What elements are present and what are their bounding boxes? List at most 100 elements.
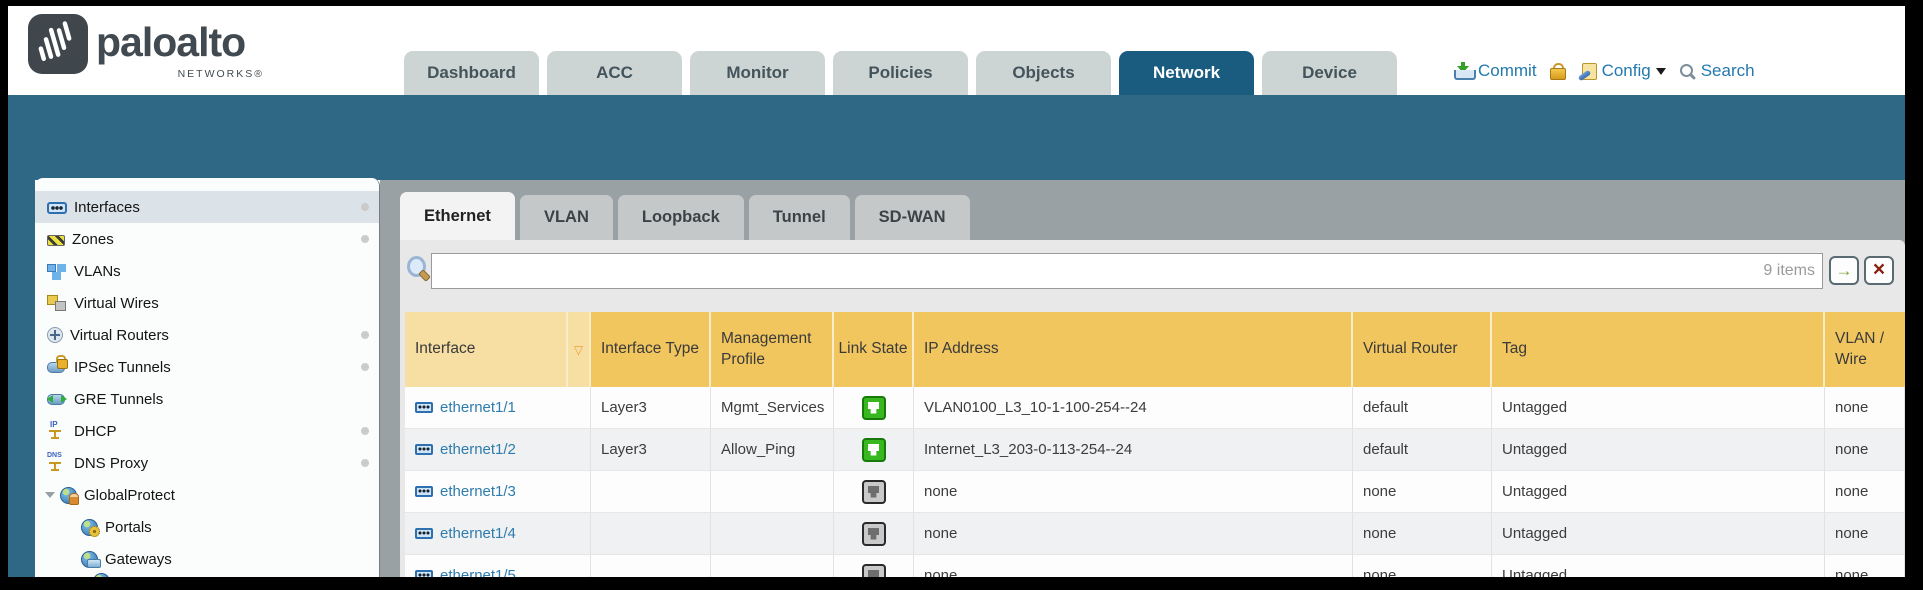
green-arrow-icon: →: [1836, 262, 1853, 279]
column-header-link-state[interactable]: Link State: [834, 312, 914, 387]
column-header-ip-address[interactable]: IP Address: [914, 312, 1353, 387]
link-state-down-icon: [862, 564, 886, 578]
interface-link[interactable]: ethernet1/2: [440, 441, 516, 458]
sidebar-item-label: Portals: [105, 519, 152, 536]
ip-address-cell: none: [914, 513, 1353, 555]
column-header-interface-type[interactable]: Interface Type: [591, 312, 711, 387]
filter-input[interactable]: [431, 253, 1823, 289]
vlan-wire-cell: none: [1825, 555, 1905, 577]
column-header-tag[interactable]: Tag: [1492, 312, 1825, 387]
sidebar-item-interfaces[interactable]: Interfaces: [35, 191, 379, 223]
status-dot: [361, 427, 369, 435]
logo-subtext: NETWORKS®: [178, 68, 264, 80]
nav-tab-acc[interactable]: ACC: [547, 51, 682, 95]
gre-tunnels-icon: [47, 391, 67, 407]
interface-icon: [415, 528, 433, 539]
screenshot-root: paloalto NETWORKS® DashboardACCMonitorPo…: [0, 0, 1923, 590]
lock-icon[interactable]: [1550, 63, 1565, 80]
paloalto-logo-icon: [28, 14, 88, 74]
table-body: ethernet1/1Layer3Mgmt_ServicesVLAN0100_L…: [405, 387, 1905, 577]
search-icon: [1679, 63, 1696, 80]
sidebar-item-label: VLANs: [74, 263, 121, 280]
ip-address-cell: VLAN0100_L3_10-1-100-254--24: [914, 387, 1353, 429]
interface-cell: ethernet1/3: [405, 471, 591, 513]
subtab-ethernet[interactable]: Ethernet: [400, 192, 515, 240]
nav-tab-network[interactable]: Network: [1119, 51, 1254, 95]
link-state-up-icon: [862, 438, 886, 462]
interfaces-icon: [47, 202, 67, 214]
sidebar-item-virtual-routers[interactable]: Virtual Routers: [35, 319, 379, 351]
sidebar-item-portals[interactable]: Portals: [35, 511, 379, 543]
virtual-wires-icon: [47, 295, 67, 311]
interface-icon: [415, 444, 433, 455]
logo-text: paloalto: [96, 14, 256, 70]
interface-cell: ethernet1/1: [405, 387, 591, 429]
sidebar-item-globalprotect[interactable]: GlobalProtect: [35, 479, 379, 511]
column-header-management-profile[interactable]: Management Profile: [711, 312, 834, 387]
search-button[interactable]: Search: [1679, 61, 1755, 81]
sidebar-item-label: Virtual Routers: [70, 327, 169, 344]
sidebar-item-dhcp[interactable]: DHCP: [35, 415, 379, 447]
commit-button[interactable]: Commit: [1453, 61, 1537, 81]
sidebar-item-vlans[interactable]: VLANs: [35, 255, 379, 287]
sidebar-item-label: DHCP: [74, 423, 117, 440]
interface-icon: [415, 570, 433, 577]
config-menu-button[interactable]: Config: [1578, 61, 1666, 81]
clear-filter-button[interactable]: ×: [1864, 256, 1894, 285]
nav-tab-device[interactable]: Device: [1262, 51, 1397, 95]
virtual-router-cell: none: [1353, 513, 1492, 555]
app-window: paloalto NETWORKS® DashboardACCMonitorPo…: [8, 6, 1905, 577]
subtab-vlan[interactable]: VLAN: [520, 195, 613, 240]
subtab-loopback[interactable]: Loopback: [618, 195, 744, 240]
table-row: ethernet1/1Layer3Mgmt_ServicesVLAN0100_L…: [405, 387, 1905, 429]
header-actions: Commit Config Search: [1453, 50, 1755, 92]
sidebar-item-label: Virtual Wires: [74, 295, 159, 312]
network-sidebar: InterfacesZones VLANs Virtual Wires Virtual…: [35, 178, 380, 577]
ip-address-cell: Internet_L3_203-0-113-254--24: [914, 429, 1353, 471]
sidebar-item-dns-proxy[interactable]: DNS Proxy: [35, 447, 379, 479]
vlan-wire-cell: none: [1825, 429, 1905, 471]
interface-subtabs: EthernetVLANLoopbackTunnelSD-WAN: [400, 192, 970, 240]
interface-icon: [415, 486, 433, 497]
tag-cell: Untagged: [1492, 555, 1825, 577]
expander-triangle-icon[interactable]: [45, 492, 55, 503]
sidebar-item-gateways[interactable]: Gateways: [35, 543, 379, 575]
interface-link[interactable]: ethernet1/4: [440, 525, 516, 542]
column-header-virtual-router[interactable]: Virtual Router: [1353, 312, 1492, 387]
column-header-vlan-wire[interactable]: VLAN / Wire: [1825, 312, 1905, 387]
interface-link[interactable]: ethernet1/1: [440, 399, 516, 416]
subtab-sd-wan[interactable]: SD-WAN: [855, 195, 970, 240]
interface-cell: ethernet1/5: [405, 555, 591, 577]
ipsec-tunnels-icon: [47, 359, 67, 375]
sidebar-item-gre-tunnels[interactable]: GRE Tunnels: [35, 383, 379, 415]
sidebar-item-virtual-wires[interactable]: Virtual Wires: [35, 287, 379, 319]
subtab-tunnel[interactable]: Tunnel: [749, 195, 850, 240]
column-filter-dropdown[interactable]: ▽: [568, 312, 591, 387]
dns-proxy-icon: [47, 455, 67, 471]
sidebar-item-label: IPSec Tunnels: [74, 359, 171, 376]
nav-tab-policies[interactable]: Policies: [833, 51, 968, 95]
red-x-icon: ×: [1873, 259, 1885, 280]
virtual-router-cell: none: [1353, 555, 1492, 577]
filter-triangle-icon: ▽: [574, 343, 583, 357]
nav-tab-dashboard[interactable]: Dashboard: [404, 51, 539, 95]
logo-wordmark: paloalto NETWORKS®: [96, 14, 256, 74]
nav-tab-objects[interactable]: Objects: [976, 51, 1111, 95]
commit-icon: [1453, 62, 1473, 80]
table-row: ethernet1/2Layer3Allow_PingInternet_L3_2…: [405, 429, 1905, 471]
secondary-header-band: Help: [8, 95, 1905, 180]
status-dot: [361, 459, 369, 467]
table-header-row: Interface ▽ Interface Type Management Pr…: [405, 312, 1905, 387]
sidebar-item-zones[interactable]: Zones: [35, 223, 379, 255]
interface-link[interactable]: ethernet1/5: [440, 567, 516, 577]
column-header-interface[interactable]: Interface: [405, 312, 568, 387]
interface-type-cell: [591, 513, 711, 555]
nav-tab-monitor[interactable]: Monitor: [690, 51, 825, 95]
clipped-sidebar-item-icon: [93, 573, 110, 577]
virtual-router-cell: default: [1353, 387, 1492, 429]
config-icon: [1578, 63, 1597, 80]
interface-link[interactable]: ethernet1/3: [440, 483, 516, 500]
sidebar-item-ipsec-tunnels[interactable]: IPSec Tunnels: [35, 351, 379, 383]
apply-filter-button[interactable]: →: [1829, 256, 1859, 285]
interface-cell: ethernet1/2: [405, 429, 591, 471]
